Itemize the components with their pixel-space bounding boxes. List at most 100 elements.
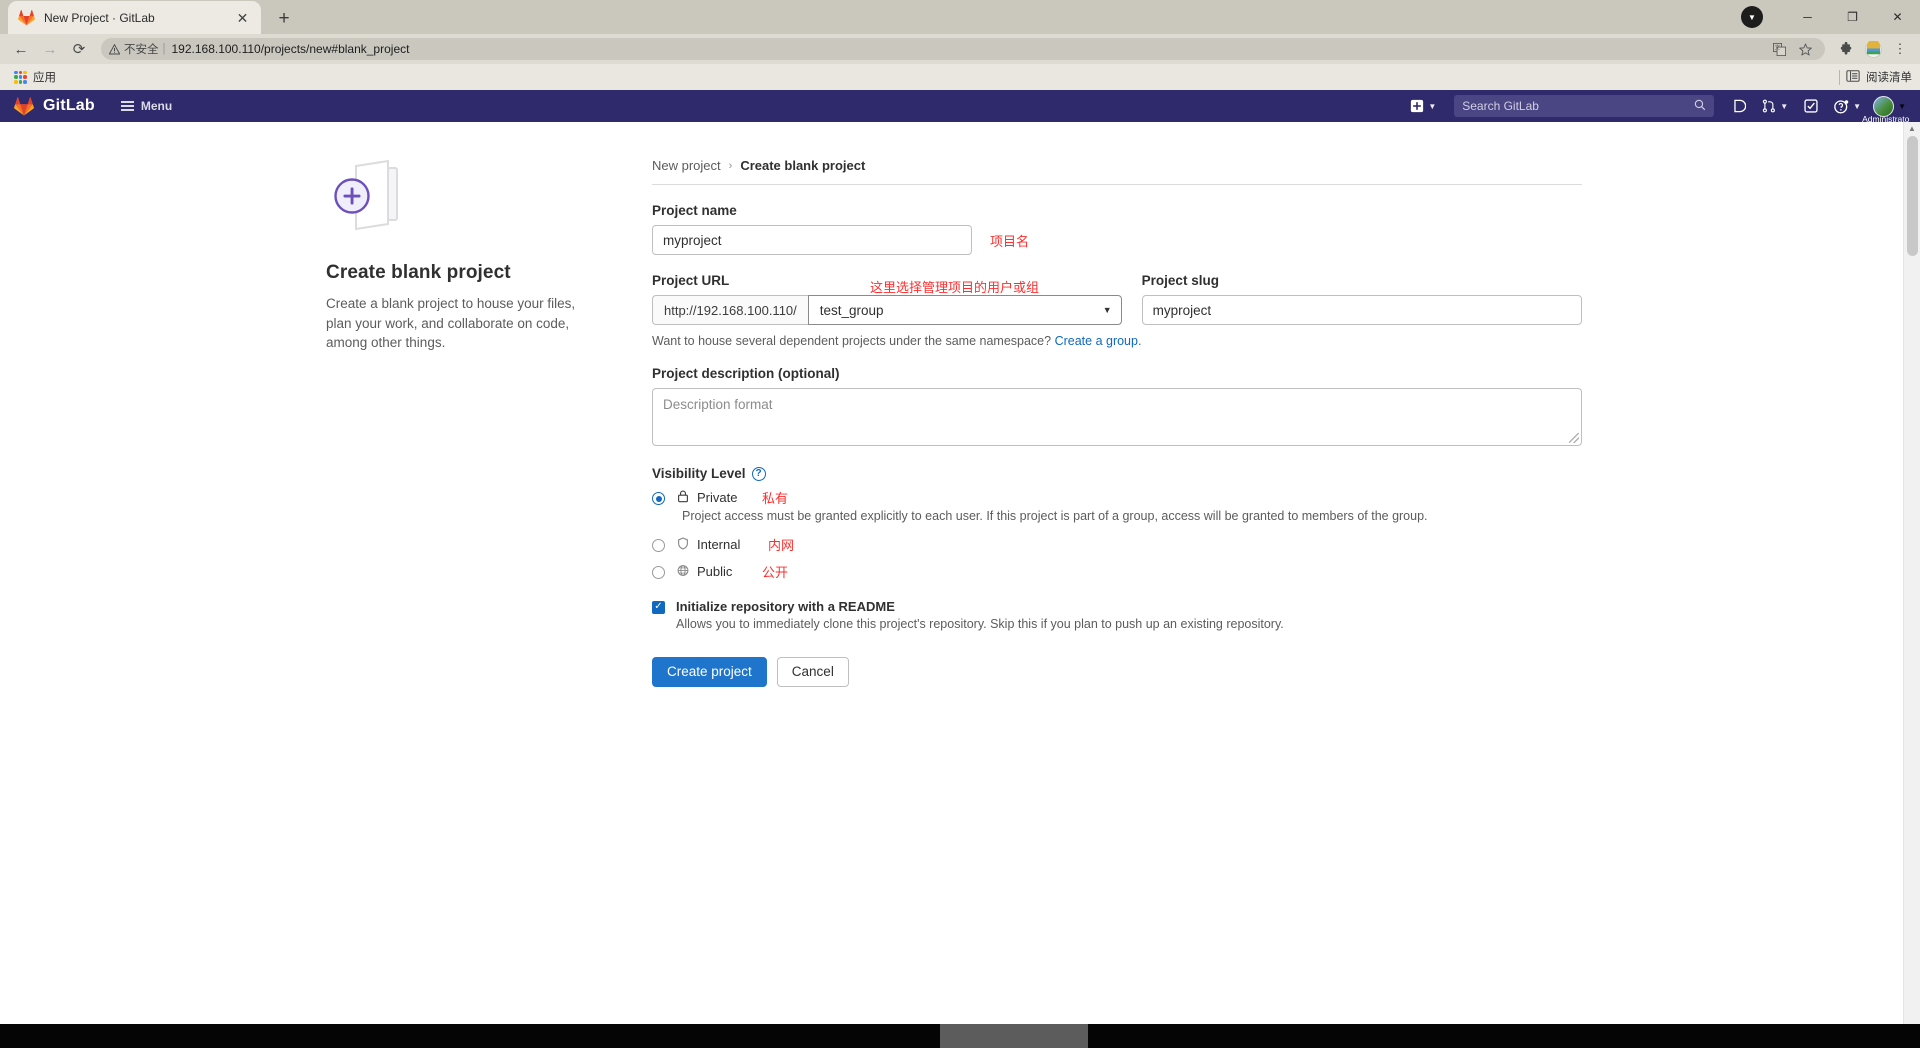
namespace-select[interactable]: test_group ▼	[807, 295, 1122, 325]
new-project-form: New project › Create blank project Proje…	[652, 158, 1582, 687]
readme-description: Allows you to immediately clone this pro…	[676, 616, 1284, 631]
taskbar-active-window[interactable]	[940, 1024, 1088, 1048]
issues-button[interactable]	[1724, 90, 1754, 122]
bookmarks-bar-right: 阅读清单	[1839, 64, 1912, 90]
page-scrollbar[interactable]: ▲	[1903, 122, 1920, 1024]
page-content: Create blank project Create a blank proj…	[0, 122, 1903, 1024]
reading-list-label[interactable]: 阅读清单	[1866, 69, 1912, 85]
create-project-button[interactable]: Create project	[652, 656, 767, 687]
namespace-hint: Want to house several dependent projects…	[652, 334, 1582, 348]
issues-icon	[1734, 99, 1747, 113]
search-input[interactable]: Search GitLab	[1454, 95, 1715, 117]
back-button[interactable]: ←	[8, 36, 34, 62]
visibility-public-annotation: 公开	[762, 564, 789, 580]
todos-button[interactable]	[1796, 90, 1826, 122]
project-description-textarea[interactable]: Description format	[652, 388, 1582, 446]
three-dot-menu-icon[interactable]: ⋮	[1888, 37, 1912, 61]
window-controls: ▼ ─ ❐ ✕	[1741, 0, 1920, 34]
bookmarks-divider	[1839, 69, 1840, 85]
question-circle-icon	[1834, 99, 1849, 113]
project-slug-group: Project slug myproject	[1141, 255, 1582, 325]
user-menu[interactable]: ▼ Administrato	[1862, 90, 1909, 124]
namespace-hint-text: Want to house several dependent projects…	[652, 334, 1052, 348]
window-minimize-button[interactable]: ─	[1785, 0, 1830, 34]
todo-check-icon	[1804, 99, 1818, 113]
translate-icon[interactable]: 文	[1767, 37, 1791, 61]
visibility-header: Visibility Level ?	[652, 466, 1582, 481]
scroll-up-arrow-icon[interactable]: ▲	[1908, 124, 1916, 133]
reload-button[interactable]: ⟳	[66, 36, 92, 62]
project-slug-label: Project slug	[1141, 273, 1219, 288]
browser-tab[interactable]: New Project · GitLab ✕	[8, 1, 261, 34]
breadcrumb-root-link[interactable]: New project	[652, 158, 721, 173]
security-warning[interactable]: 不安全 |	[109, 41, 166, 57]
visibility-label: Visibility Level	[652, 466, 746, 481]
radio-private[interactable]	[652, 492, 665, 505]
gitlab-menu-label: Menu	[140, 99, 173, 113]
gitlab-navbar-right: ▼ Search GitLab ▼ ▼ ▼ Administrato	[1402, 90, 1909, 124]
visibility-option-private[interactable]: Private 私有 Project access must be grante…	[652, 490, 1582, 525]
tab-close-icon[interactable]: ✕	[234, 9, 251, 26]
os-taskbar	[0, 1024, 1920, 1048]
blank-project-info-panel: Create blank project Create a blank proj…	[326, 158, 626, 687]
visibility-internal-name: Internal	[697, 536, 741, 552]
initialize-readme-row[interactable]: ✓ Initialize repository with a README	[652, 599, 1582, 614]
readme-checkbox[interactable]: ✓	[652, 600, 665, 614]
page-scroll-area: Create blank project Create a blank proj…	[0, 122, 1920, 1024]
project-name-input[interactable]: myproject	[652, 225, 972, 255]
breadcrumb-current: Create blank project	[740, 158, 866, 173]
textarea-resize-handle[interactable]	[1569, 433, 1579, 443]
taskbar-left-region	[0, 1024, 940, 1048]
omnibox-actions: 文	[1767, 37, 1817, 61]
project-name-annotation: 项目名	[990, 234, 1030, 249]
window-close-button[interactable]: ✕	[1875, 0, 1920, 34]
address-bar-url: 192.168.100.110/projects/new#blank_proje…	[171, 42, 410, 56]
browser-profile-badge-icon[interactable]: ▼	[1741, 6, 1763, 28]
plus-square-icon	[1411, 99, 1424, 113]
merge-request-icon	[1763, 99, 1776, 113]
hamburger-icon	[120, 100, 134, 112]
cancel-button[interactable]: Cancel	[776, 656, 849, 687]
visibility-option-internal[interactable]: Internal 内网	[652, 536, 1582, 553]
create-a-group-link[interactable]: Create a group.	[1055, 334, 1142, 348]
new-tab-button[interactable]: +	[270, 4, 298, 32]
forward-button[interactable]: →	[37, 36, 63, 62]
shield-icon	[675, 537, 690, 550]
project-description-label: Project description (optional)	[652, 366, 840, 381]
radio-internal[interactable]	[652, 538, 665, 552]
gitlab-home-link[interactable]: GitLab	[14, 96, 95, 116]
chevron-down-icon: ▼	[1780, 101, 1789, 111]
project-url-annotation: 这里选择管理项目的用户或组	[870, 280, 1040, 295]
project-slug-value: myproject	[1152, 302, 1212, 318]
apps-grid-icon	[14, 70, 27, 84]
globe-icon	[675, 564, 690, 577]
chevron-down-icon: ▼	[1898, 101, 1906, 111]
svg-text:文: 文	[1774, 43, 1780, 51]
gitlab-menu-button[interactable]: Menu	[120, 99, 173, 113]
scrollbar-thumb[interactable]	[1906, 136, 1918, 256]
visibility-private-name: Private	[697, 490, 738, 505]
chevron-down-icon: ▼	[1853, 101, 1862, 111]
profile-avatar-icon[interactable]	[1861, 37, 1885, 61]
window-maximize-button[interactable]: ❐	[1830, 0, 1875, 34]
warning-triangle-icon	[109, 43, 120, 54]
visibility-private-description: Project access must be granted explicitl…	[682, 509, 1428, 523]
browser-tab-strip: New Project · GitLab ✕ + ▼ ─ ❐ ✕	[0, 0, 1920, 34]
new-project-content: Create blank project Create a blank proj…	[0, 122, 1903, 687]
address-bar[interactable]: 不安全 | 192.168.100.110/projects/new#blank…	[101, 38, 1825, 60]
bookmark-apps[interactable]: 应用	[9, 67, 61, 87]
project-slug-input[interactable]: myproject	[1141, 295, 1582, 325]
create-new-dropdown[interactable]: ▼	[1402, 90, 1444, 122]
visibility-private-annotation: 私有	[762, 491, 789, 506]
puzzle-icon[interactable]	[1834, 37, 1858, 61]
radio-public[interactable]	[652, 565, 665, 579]
search-icon	[1694, 99, 1706, 114]
merge-requests-button[interactable]: ▼	[1754, 90, 1796, 122]
star-icon[interactable]	[1793, 37, 1817, 61]
reading-list-icon[interactable]	[1846, 69, 1860, 86]
search-placeholder: Search GitLab	[1462, 99, 1539, 113]
question-help-icon[interactable]: ?	[751, 466, 766, 481]
visibility-option-public[interactable]: Public 公开	[652, 564, 1582, 580]
lock-icon	[675, 490, 690, 503]
gitlab-logo-icon	[14, 97, 34, 116]
